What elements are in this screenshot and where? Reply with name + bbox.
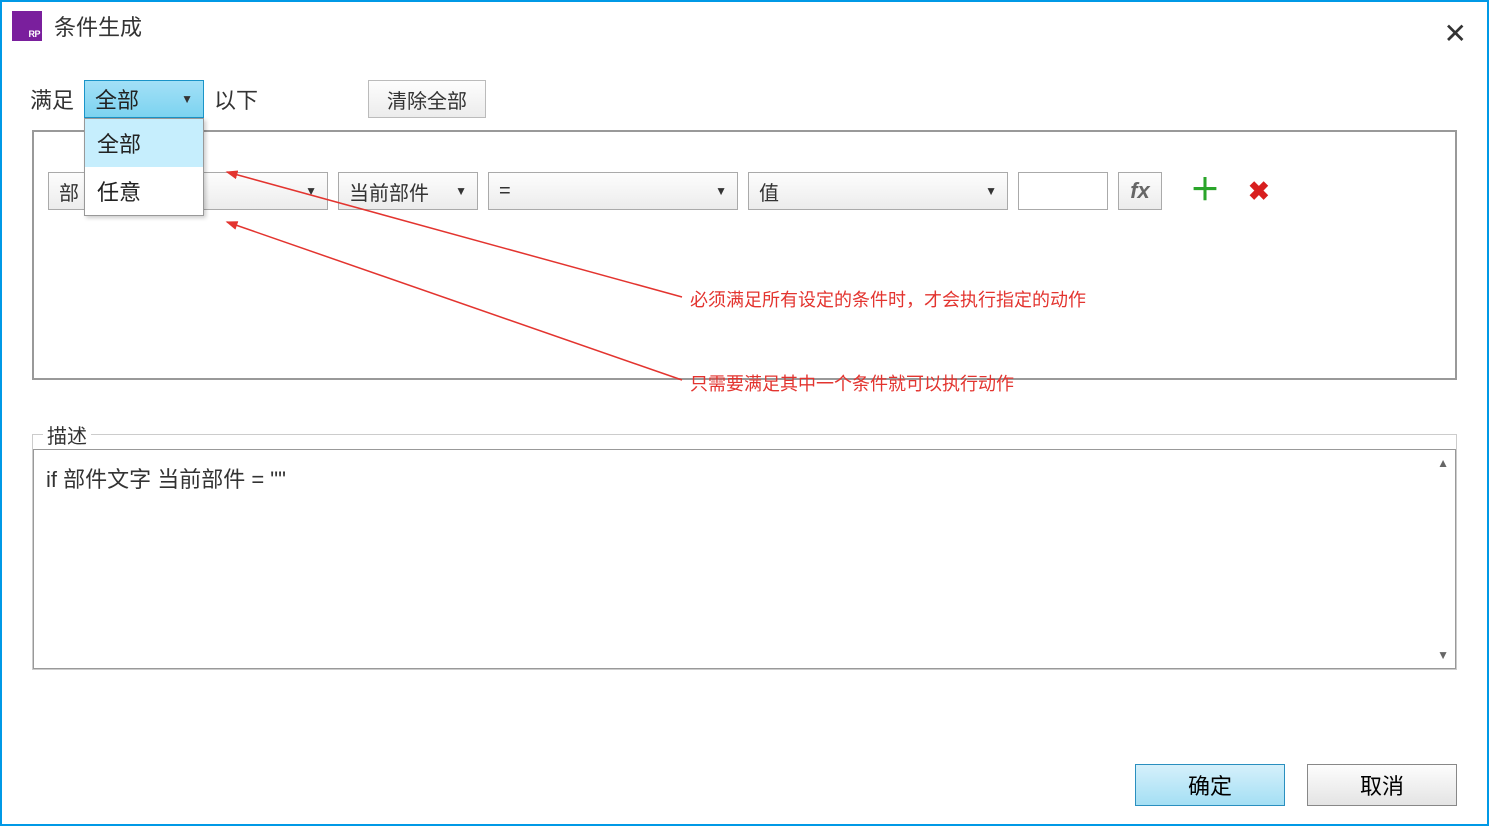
cancel-button[interactable]: 取消 [1307,764,1457,806]
chevron-down-icon: ▼ [985,184,997,198]
condition-field-value: 部 [59,177,79,206]
chevron-down-icon: ▼ [715,184,727,198]
condition-target-value: 当前部件 [349,177,429,206]
window-title: 条件生成 [54,10,142,42]
description-legend: 描述 [43,420,91,449]
match-option-any[interactable]: 任意 [85,167,203,215]
condition-target-select[interactable]: 当前部件 ▼ [338,172,478,210]
condition-row: 部 ▼ 当前部件 ▼ = ▼ 值 ▼ fx ＋ ✖ [44,172,1445,210]
remove-condition-icon[interactable]: ✖ [1248,178,1270,204]
condition-builder-dialog: RP 条件生成 ✕ 满足 全部 ▼ 全部 任意 以下 清除全部 部 ▼ [0,0,1489,826]
close-icon[interactable]: ✕ [1444,20,1467,48]
condition-value-type-select[interactable]: 值 ▼ [748,172,1008,210]
match-type-value: 全部 [95,83,139,115]
title-bar: RP 条件生成 ✕ [2,2,1487,50]
match-type-dropdown: 全部 任意 [84,118,204,216]
app-icon: RP [12,11,42,41]
add-condition-icon[interactable]: ＋ [1190,176,1220,206]
app-icon-badge: RP [28,29,40,39]
description-fieldset: 描述 if 部件文字 当前部件 = "" ▲ ▼ [32,420,1457,670]
scroll-down-icon[interactable]: ▼ [1437,648,1449,662]
conditions-panel: 部 ▼ 当前部件 ▼ = ▼ 值 ▼ fx ＋ ✖ [32,130,1457,380]
annotation-all: 必须满足所有设定的条件时，才会执行指定的动作 [690,286,1086,312]
chevron-down-icon: ▼ [455,184,467,198]
description-text: if 部件文字 当前部件 = "" [46,467,286,492]
annotation-any: 只需要满足其中一个条件就可以执行动作 [690,370,1014,396]
condition-operator-select[interactable]: = ▼ [488,172,738,210]
following-label: 以下 [214,83,258,115]
fx-button[interactable]: fx [1118,172,1162,210]
ok-button[interactable]: 确定 [1135,764,1285,806]
match-option-all[interactable]: 全部 [85,119,203,167]
match-type-select[interactable]: 全部 ▼ [84,80,204,118]
match-condition-row: 满足 全部 ▼ 全部 任意 以下 清除全部 [2,50,1487,130]
clear-all-button[interactable]: 清除全部 [368,80,486,118]
scroll-up-icon[interactable]: ▲ [1437,456,1449,470]
description-textarea[interactable]: if 部件文字 当前部件 = "" ▲ ▼ [33,449,1456,669]
dialog-button-bar: 确定 取消 [1135,764,1457,806]
satisfy-label: 满足 [30,83,74,115]
condition-operator-value: = [499,180,511,203]
match-select-wrap: 全部 ▼ 全部 任意 [84,80,204,118]
condition-value-input[interactable] [1018,172,1108,210]
condition-value-type: 值 [759,177,779,206]
chevron-down-icon: ▼ [305,184,317,198]
chevron-down-icon: ▼ [181,92,193,106]
